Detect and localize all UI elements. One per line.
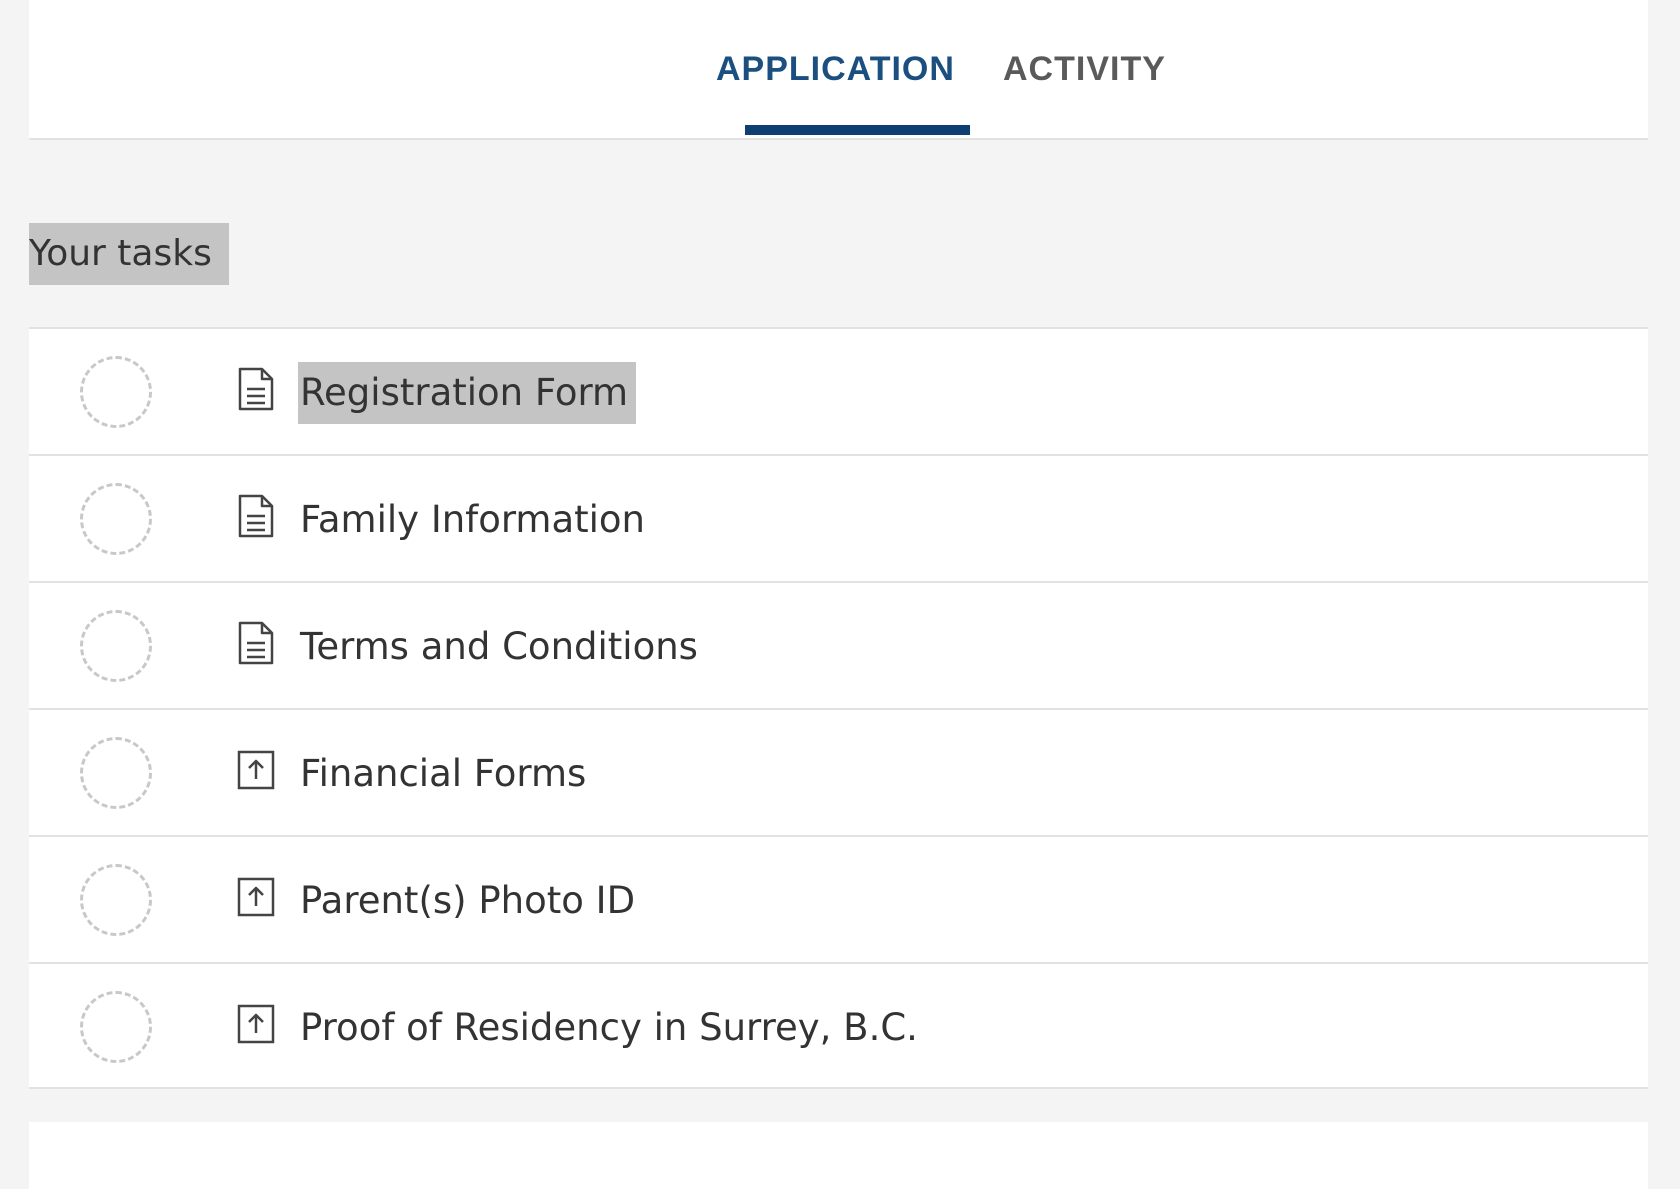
- task-label[interactable]: Terms and Conditions: [298, 616, 706, 678]
- task-row-family-information[interactable]: Family Information: [29, 454, 1648, 581]
- task-row-terms-and-conditions[interactable]: Terms and Conditions: [29, 581, 1648, 708]
- incomplete-status-icon: [80, 737, 152, 809]
- tab-application[interactable]: APPLICATION: [716, 50, 955, 89]
- active-tab-indicator: [745, 125, 970, 135]
- document-icon: [238, 621, 274, 665]
- task-row-parents-photo-id[interactable]: Parent(s) Photo ID: [29, 835, 1648, 962]
- upload-icon: [237, 877, 275, 917]
- task-row-proof-of-residency[interactable]: Proof of Residency in Surrey, B.C.: [29, 962, 1648, 1089]
- task-label[interactable]: Proof of Residency in Surrey, B.C.: [298, 997, 926, 1059]
- incomplete-status-icon: [80, 864, 152, 936]
- task-label[interactable]: Parent(s) Photo ID: [298, 870, 643, 932]
- task-label[interactable]: Registration Form: [298, 362, 637, 424]
- incomplete-status-icon: [80, 483, 152, 555]
- tab-bar: APPLICATION ACTIVITY: [29, 0, 1648, 140]
- incomplete-status-icon: [80, 356, 152, 428]
- incomplete-status-icon: [80, 610, 152, 682]
- task-label[interactable]: Financial Forms: [298, 743, 594, 805]
- page: APPLICATION ACTIVITY Your tasks Registra…: [0, 0, 1680, 1189]
- incomplete-status-icon: [80, 991, 152, 1063]
- section-title: Your tasks: [29, 223, 229, 285]
- task-label[interactable]: Family Information: [298, 489, 653, 551]
- document-icon: [238, 494, 274, 538]
- tab-activity[interactable]: ACTIVITY: [1003, 50, 1166, 89]
- task-row-registration-form[interactable]: Registration Form: [29, 327, 1648, 454]
- task-row-financial-forms[interactable]: Financial Forms: [29, 708, 1648, 835]
- bottom-panel: [29, 1122, 1648, 1189]
- document-icon: [238, 367, 274, 411]
- upload-icon: [237, 750, 275, 790]
- task-list: Registration Form Family Information Ter…: [29, 327, 1648, 1089]
- upload-icon: [237, 1004, 275, 1044]
